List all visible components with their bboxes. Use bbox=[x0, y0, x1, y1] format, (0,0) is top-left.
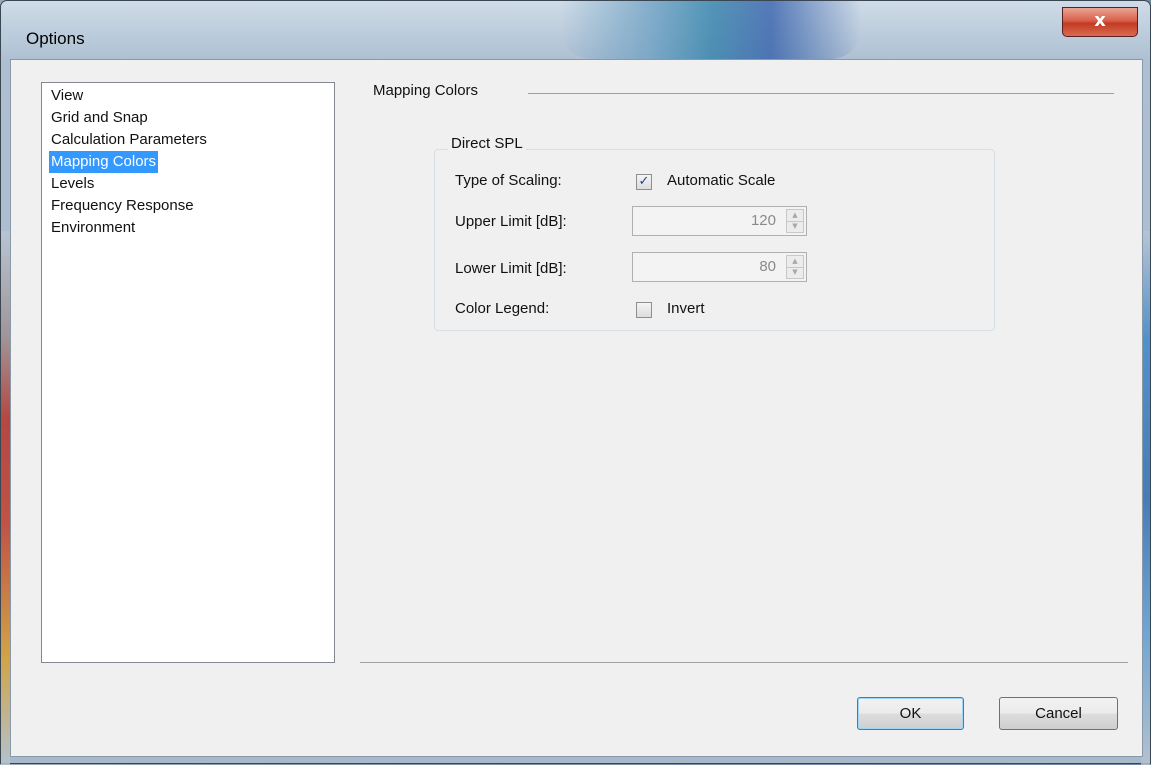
dialog-client-area: View Grid and Snap Calculation Parameter… bbox=[10, 59, 1143, 757]
invert-checkbox[interactable] bbox=[636, 302, 652, 318]
automatic-scale-label[interactable]: Automatic Scale bbox=[667, 172, 775, 189]
automatic-scale-checkbox[interactable]: ✓ bbox=[636, 174, 652, 190]
bottom-separator bbox=[360, 662, 1128, 663]
cancel-button[interactable]: Cancel bbox=[999, 697, 1118, 730]
nav-item-levels[interactable]: Levels bbox=[49, 173, 96, 195]
titlebar-glass-highlight bbox=[561, 1, 861, 59]
section-title-separator bbox=[528, 93, 1114, 94]
close-icon: x bbox=[1094, 10, 1106, 31]
nav-item-environment[interactable]: Environment bbox=[49, 217, 137, 239]
upper-limit-spin-buttons[interactable]: ▲ ▼ bbox=[786, 209, 804, 233]
spin-down-arrow-icon[interactable]: ▼ bbox=[787, 221, 803, 232]
close-button[interactable]: x bbox=[1062, 7, 1138, 37]
ok-button[interactable]: OK bbox=[857, 697, 964, 730]
options-category-list[interactable]: View Grid and Snap Calculation Parameter… bbox=[41, 82, 335, 663]
lower-limit-label: Lower Limit [dB]: bbox=[455, 260, 567, 277]
color-legend-label: Color Legend: bbox=[455, 300, 550, 317]
spin-down-arrow-icon[interactable]: ▼ bbox=[787, 267, 803, 278]
upper-limit-label: Upper Limit [dB]: bbox=[455, 213, 567, 230]
direct-spl-group-label: Direct SPL bbox=[448, 135, 526, 152]
checkmark-icon: ✓ bbox=[638, 174, 650, 189]
window-title: Options bbox=[26, 29, 85, 48]
window-frame-left-edge bbox=[1, 231, 10, 765]
nav-item-frequency-response[interactable]: Frequency Response bbox=[49, 195, 196, 217]
invert-label[interactable]: Invert bbox=[667, 300, 705, 317]
lower-limit-spinbox[interactable]: 80 ▲ ▼ bbox=[632, 252, 807, 282]
lower-limit-value[interactable]: 80 bbox=[759, 258, 776, 275]
section-title: Mapping Colors bbox=[373, 82, 479, 99]
nav-item-calculation-parameters[interactable]: Calculation Parameters bbox=[49, 129, 209, 151]
nav-item-view[interactable]: View bbox=[49, 85, 85, 107]
nav-item-grid-and-snap[interactable]: Grid and Snap bbox=[49, 107, 150, 129]
upper-limit-spinbox[interactable]: 120 ▲ ▼ bbox=[632, 206, 807, 236]
type-of-scaling-label: Type of Scaling: bbox=[455, 172, 562, 189]
lower-limit-spin-buttons[interactable]: ▲ ▼ bbox=[786, 255, 804, 279]
options-dialog-window: Options x View Grid and Snap Calculation… bbox=[0, 0, 1151, 765]
upper-limit-value[interactable]: 120 bbox=[751, 212, 776, 229]
nav-item-mapping-colors[interactable]: Mapping Colors bbox=[49, 151, 159, 173]
